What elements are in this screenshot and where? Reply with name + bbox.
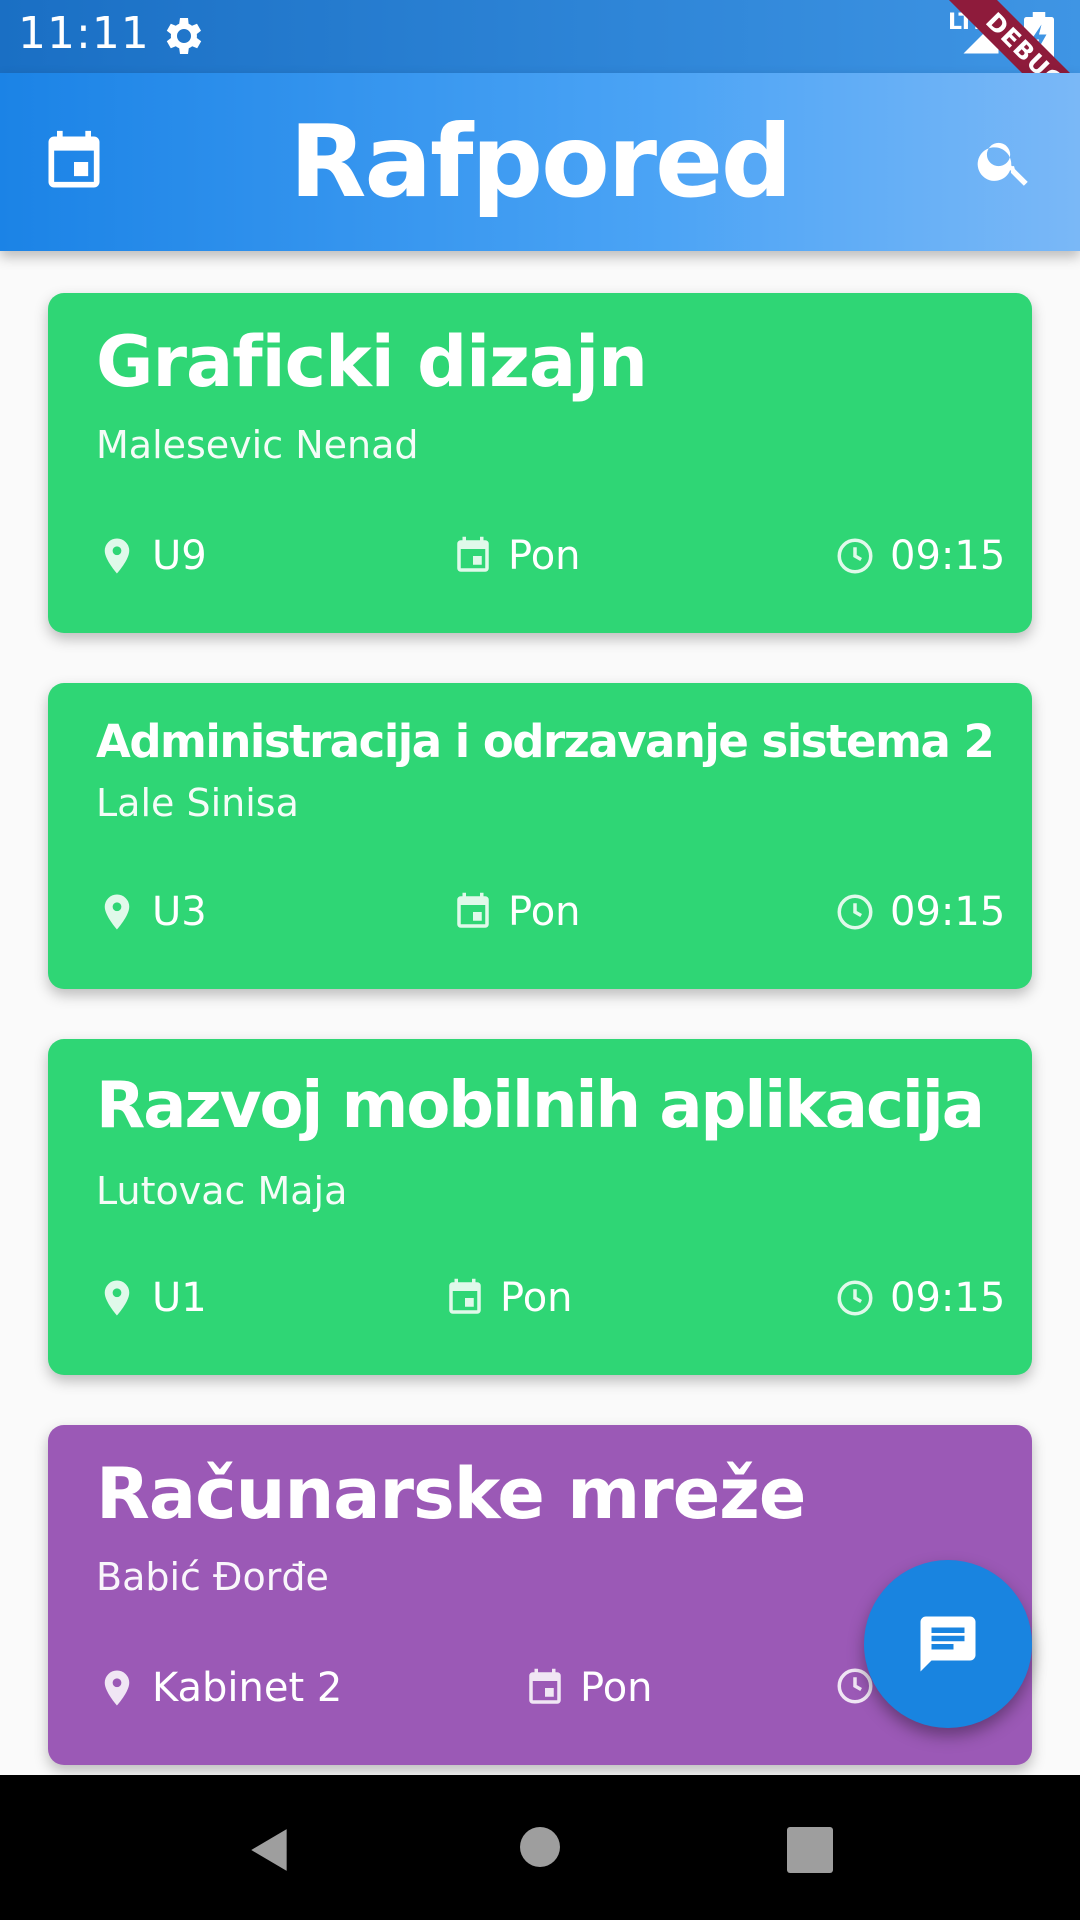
back-icon[interactable] bbox=[245, 1825, 295, 1875]
day-label: Pon bbox=[580, 1665, 653, 1711]
course-day: Pon bbox=[452, 889, 581, 935]
course-day: Pon bbox=[524, 1665, 653, 1711]
course-room: U9 bbox=[96, 533, 207, 579]
time-label: 09:15 bbox=[890, 889, 1006, 935]
course-room: U1 bbox=[96, 1275, 207, 1321]
course-day: Pon bbox=[452, 533, 581, 579]
room-label: U1 bbox=[152, 1275, 207, 1321]
course-professor: Lale Sinisa bbox=[96, 781, 299, 825]
status-time: 11:11 bbox=[18, 8, 150, 59]
app-bar: Rafpored bbox=[0, 73, 1080, 251]
calendar-icon bbox=[449, 1278, 481, 1314]
course-professor: Malesevic Nenad bbox=[96, 423, 419, 467]
clock-icon bbox=[837, 894, 873, 930]
search-icon[interactable] bbox=[974, 130, 1036, 192]
day-label: Pon bbox=[500, 1275, 573, 1321]
course-room: Kabinet 2 bbox=[96, 1665, 342, 1711]
course-card[interactable]: Administracija i odrzavanje sistema 2 La… bbox=[48, 683, 1032, 989]
status-bar: 11:11 LTE bbox=[0, 0, 1080, 73]
clock-icon bbox=[837, 1280, 873, 1316]
gear-icon bbox=[166, 18, 202, 54]
day-label: Pon bbox=[508, 533, 581, 579]
course-title: Graficki dizajn bbox=[96, 321, 648, 403]
course-professor: Lutovac Maja bbox=[96, 1169, 348, 1213]
room-label: U3 bbox=[152, 889, 207, 935]
course-card[interactable]: Graficki dizajn Malesevic Nenad U9 Pon 0… bbox=[48, 293, 1032, 633]
course-day: Pon bbox=[444, 1275, 573, 1321]
room-label: U9 bbox=[152, 533, 207, 579]
course-professor: Babić Đorđe bbox=[96, 1555, 329, 1599]
page-title: Rafpored bbox=[289, 103, 793, 220]
location-pin-icon bbox=[104, 1670, 130, 1706]
clock-icon bbox=[837, 538, 873, 574]
location-pin-icon bbox=[104, 1280, 130, 1316]
calendar-icon bbox=[457, 892, 489, 928]
course-time: 09:15 bbox=[834, 533, 1005, 579]
course-list: Graficki dizajn Malesevic Nenad U9 Pon 0… bbox=[0, 251, 1080, 1775]
message-icon bbox=[920, 1616, 976, 1672]
room-label: Kabinet 2 bbox=[152, 1665, 343, 1711]
course-time: 09:15 bbox=[834, 1275, 1005, 1321]
location-pin-icon bbox=[104, 894, 130, 930]
time-label: 09:15 bbox=[890, 533, 1006, 579]
recents-icon[interactable] bbox=[787, 1827, 833, 1873]
location-pin-icon bbox=[104, 538, 130, 574]
course-room: U3 bbox=[96, 889, 207, 935]
calendar-icon bbox=[529, 1668, 561, 1704]
course-card[interactable]: Razvoj mobilnih aplikacija Lutovac Maja … bbox=[48, 1039, 1032, 1375]
course-title: Računarske mreže bbox=[96, 1453, 806, 1535]
course-title: Razvoj mobilnih aplikacija bbox=[96, 1069, 985, 1143]
day-label: Pon bbox=[508, 889, 581, 935]
course-title: Administracija i odrzavanje sistema 2 bbox=[96, 715, 995, 768]
time-label: 09:15 bbox=[890, 1275, 1006, 1321]
calendar-icon bbox=[457, 536, 489, 572]
chat-fab-button[interactable] bbox=[864, 1560, 1032, 1728]
home-icon[interactable] bbox=[520, 1827, 560, 1867]
course-time: 09:15 bbox=[834, 889, 1005, 935]
